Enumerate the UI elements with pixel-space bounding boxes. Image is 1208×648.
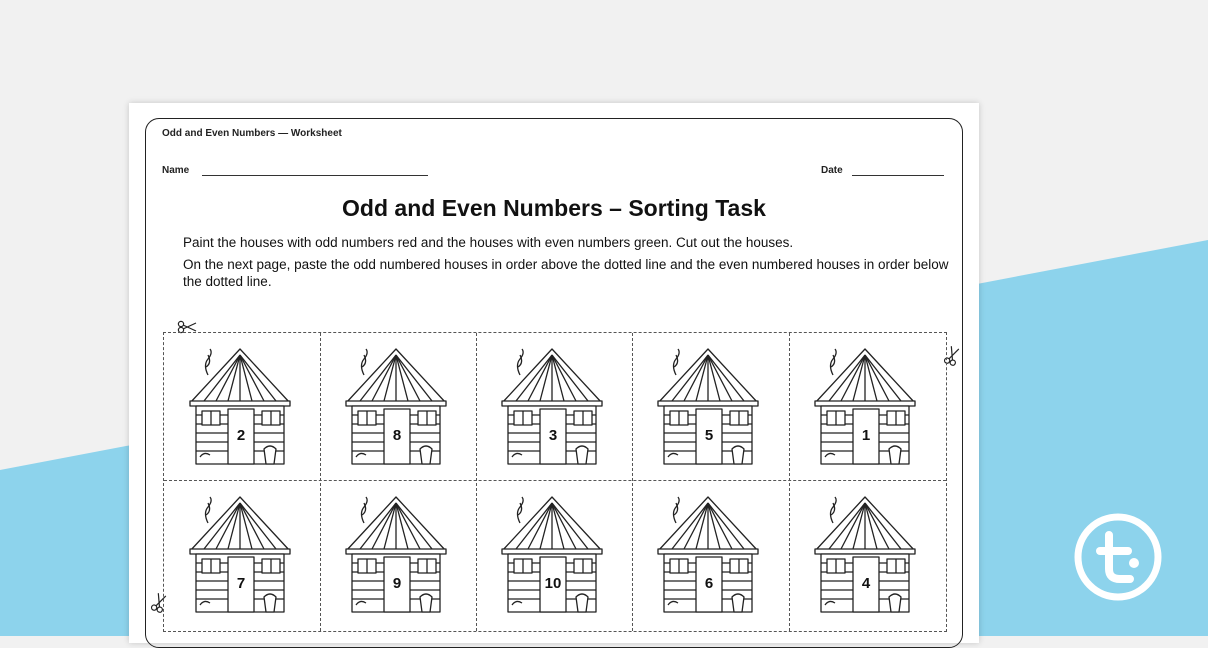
house-icon	[189, 496, 291, 613]
house-card: 1	[811, 345, 919, 470]
house-card: 6	[654, 493, 762, 618]
house-number: 9	[386, 573, 408, 595]
house-number: 10	[542, 573, 564, 595]
name-label: Name	[162, 165, 190, 176]
house-number: 2	[230, 425, 252, 447]
cut-line	[476, 333, 477, 631]
house-icon	[657, 348, 759, 465]
name-line	[202, 175, 428, 176]
house-card: 10	[498, 493, 606, 618]
cut-line	[789, 333, 790, 631]
house-icon	[814, 496, 916, 613]
house-number: 7	[230, 573, 252, 595]
date-line	[852, 175, 944, 176]
cut-line	[632, 333, 633, 631]
house-icon	[501, 496, 603, 613]
house-number: 6	[698, 573, 720, 595]
cut-line	[320, 333, 321, 631]
instruction-line-2: On the next page, paste the odd numbered…	[183, 257, 949, 289]
house-card: 2	[186, 345, 294, 470]
house-card: 9	[342, 493, 450, 618]
page-title: Odd and Even Numbers – Sorting Task	[342, 195, 766, 221]
house-number: 5	[698, 425, 720, 447]
date-label: Date	[821, 165, 843, 176]
house-card: 4	[811, 493, 919, 618]
house-icon	[501, 348, 603, 465]
teachstarter-logo-icon	[1074, 513, 1162, 601]
house-card: 5	[654, 345, 762, 470]
house-number: 3	[542, 425, 564, 447]
house-card: 7	[186, 493, 294, 618]
worksheet-header-title: Odd and Even Numbers — Worksheet	[162, 128, 342, 139]
house-icon	[657, 496, 759, 613]
house-card: 8	[342, 345, 450, 470]
cut-line	[164, 480, 946, 481]
house-number: 8	[386, 425, 408, 447]
house-number: 1	[855, 425, 877, 447]
house-icon	[345, 496, 447, 613]
instruction-line-1: Paint the houses with odd numbers red an…	[183, 235, 794, 250]
house-card: 3	[498, 345, 606, 470]
worksheet-page: Odd and Even Numbers — Worksheet Name Da…	[129, 103, 979, 648]
house-cutout-grid: 2 8 3 5 1 7 9 10 6 4	[163, 332, 947, 632]
house-number: 4	[855, 573, 877, 595]
house-icon	[814, 348, 916, 465]
house-icon	[345, 348, 447, 465]
house-icon	[189, 348, 291, 465]
